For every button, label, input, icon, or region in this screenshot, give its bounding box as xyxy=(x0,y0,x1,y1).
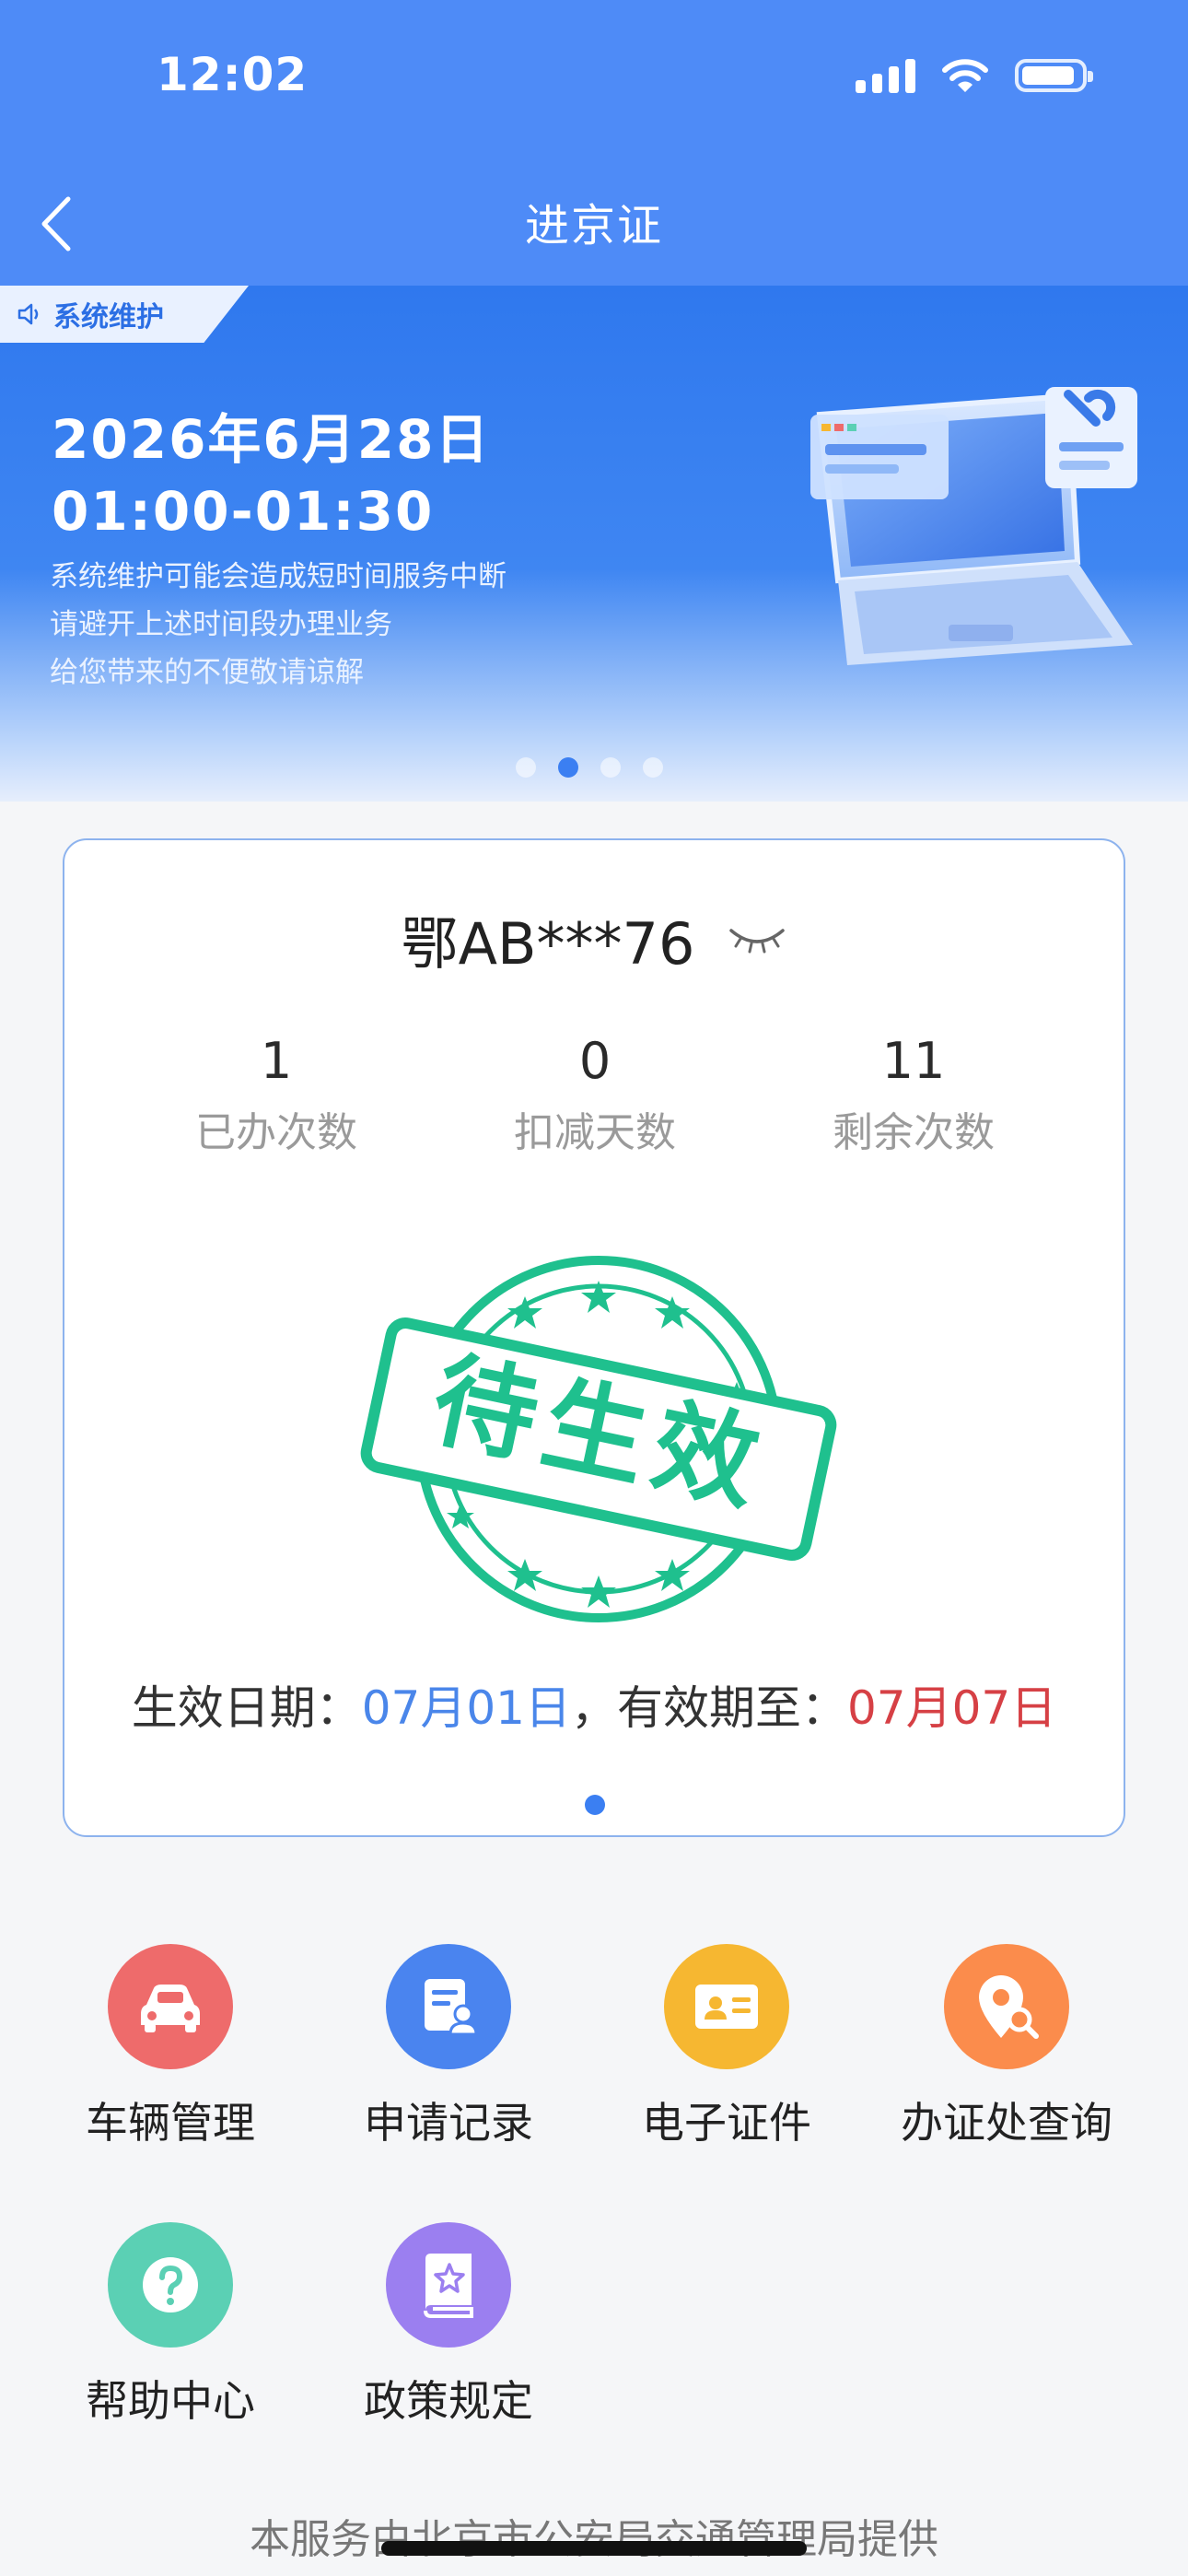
banner-tag-label: 系统维护 xyxy=(53,301,164,334)
service-label: 电子证件 xyxy=(642,2098,811,2148)
valid-until-label: 有效期至： xyxy=(617,1681,847,1735)
stat-label: 剩余次数 xyxy=(833,1109,995,1156)
stat-label: 已办次数 xyxy=(195,1109,357,1156)
validity-row: 生效日期：07月01日，有效期至：07月07日 xyxy=(64,1671,1124,1738)
pagination-dot[interactable] xyxy=(600,757,621,778)
location-search-icon xyxy=(944,1944,1069,2069)
separator: ， xyxy=(571,1681,617,1735)
service-label: 车辆管理 xyxy=(86,2098,255,2148)
banner-pagination xyxy=(516,757,663,778)
pagination-dot-active[interactable] xyxy=(558,757,578,778)
stat-value: 0 xyxy=(578,1032,611,1090)
footer-provider: 本服务由北京市公安局交通管理局提供 xyxy=(250,2516,938,2563)
page-title: 进京证 xyxy=(524,200,663,252)
battery-icon xyxy=(1015,59,1093,92)
notice-line: 请避开上述时间段办理业务 xyxy=(50,608,392,641)
maintenance-day: 2026年6月28日 xyxy=(52,408,491,471)
maintenance-date: 2026年6月28日 01:00-01:30 xyxy=(52,404,491,547)
notice-line: 系统维护可能会造成短时间服务中断 xyxy=(50,560,507,593)
car-icon xyxy=(108,1944,233,2069)
valid-until-date: 07月07日 xyxy=(847,1681,1057,1735)
effective-label: 生效日期： xyxy=(131,1681,362,1735)
record-icon xyxy=(386,1944,511,2069)
service-policy-rules[interactable]: 政策规定 xyxy=(310,2222,587,2429)
eye-closed-icon[interactable] xyxy=(728,923,786,954)
stat-value: 11 xyxy=(881,1032,946,1090)
service-label: 帮助中心 xyxy=(86,2376,255,2426)
cellular-signal-icon xyxy=(856,58,915,93)
maintenance-time: 01:00-01:30 xyxy=(52,480,435,543)
plate-row: 鄂AB***76 xyxy=(64,897,1124,980)
status-time: 12:02 xyxy=(157,48,309,101)
banner-tag: 系统维护 xyxy=(0,286,249,343)
maintenance-notice: 系统维护可能会造成短时间服务中断 请避开上述时间段办理业务 给您带来的不便敬请谅… xyxy=(50,553,507,697)
service-application-records[interactable]: 申请记录 xyxy=(310,1944,587,2150)
stat-processed: 1 已办次数 xyxy=(138,1032,414,1158)
notice-line: 给您带来的不便敬请谅解 xyxy=(50,656,364,689)
wifi-icon xyxy=(942,59,988,92)
service-electronic-id[interactable]: 电子证件 xyxy=(588,1944,865,2150)
service-help-center[interactable]: 帮助中心 xyxy=(32,2222,309,2429)
service-vehicle-management[interactable]: 车辆管理 xyxy=(32,1944,309,2150)
permit-card[interactable]: 鄂AB***76 1 已办次数 0 扣减天数 11 剩余次数 待生效 生效日期：… xyxy=(63,838,1125,1837)
laptop-illustration xyxy=(810,387,1137,665)
id-card-icon xyxy=(664,1944,789,2069)
speaker-icon xyxy=(17,303,39,325)
status-icons xyxy=(856,57,1093,94)
service-office-lookup[interactable]: 办证处查询 xyxy=(868,1944,1145,2150)
stat-value: 1 xyxy=(260,1032,293,1090)
maintenance-banner[interactable]: 系统维护 2026年6月28日 01:00-01:30 系统维护可能会造成短时间… xyxy=(0,286,1188,802)
service-label: 办证处查询 xyxy=(901,2098,1112,2148)
card-pagination-dot xyxy=(585,1795,605,1815)
stat-deducted: 0 扣减天数 xyxy=(457,1032,733,1158)
pagination-dot[interactable] xyxy=(643,757,663,778)
help-icon xyxy=(108,2222,233,2348)
service-label: 政策规定 xyxy=(364,2376,533,2426)
home-indicator[interactable] xyxy=(381,2541,807,2556)
license-plate: 鄂AB***76 xyxy=(401,910,695,978)
stat-remaining: 11 剩余次数 xyxy=(775,1032,1052,1158)
stat-label: 扣减天数 xyxy=(514,1109,676,1156)
pending-stamp: 待生效 xyxy=(360,1256,837,1622)
policy-book-icon xyxy=(386,2222,511,2348)
effective-date: 07月01日 xyxy=(361,1681,571,1735)
pagination-dot[interactable] xyxy=(516,757,536,778)
service-label: 申请记录 xyxy=(364,2098,533,2148)
header: 12:02 进京证 xyxy=(0,0,1188,286)
